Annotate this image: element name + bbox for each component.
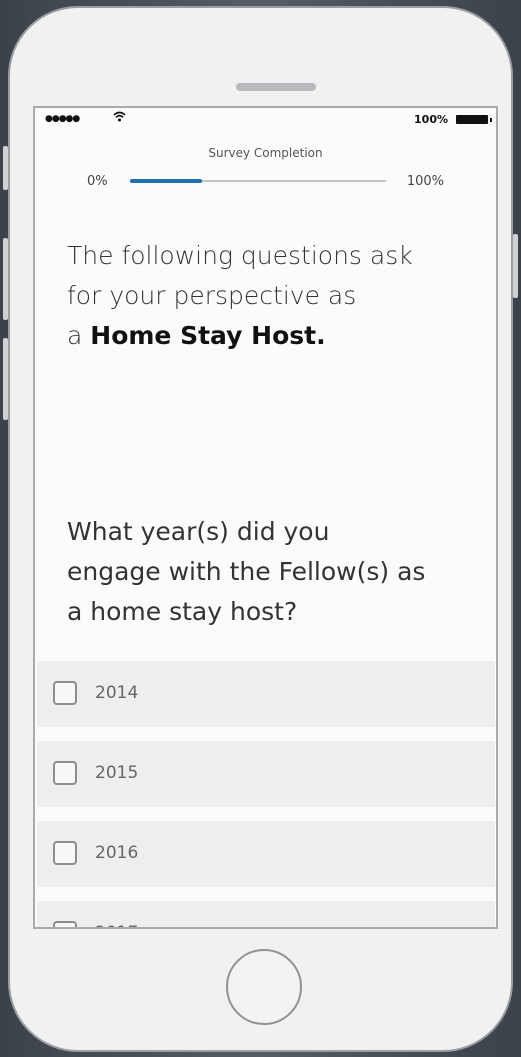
- speaker-grille: [236, 83, 316, 91]
- progress-title: Survey Completion: [208, 146, 323, 160]
- checkbox[interactable]: [53, 761, 77, 785]
- side-button: [3, 338, 8, 420]
- question-line: What year(s) did you: [67, 517, 330, 546]
- option-label: 2016: [95, 843, 139, 863]
- side-button: [513, 234, 518, 298]
- intro-prefix: a: [67, 321, 91, 350]
- year-option-2014[interactable]: 2014: [37, 661, 495, 727]
- signal-strength-icon: ●●●●●: [45, 114, 80, 124]
- intro-text: The following questions ask for your per…: [67, 236, 487, 356]
- intro-line: a Home Stay Host.: [67, 316, 487, 356]
- option-label: 2017: [95, 923, 138, 927]
- checkbox[interactable]: [53, 681, 77, 705]
- checkbox[interactable]: [53, 921, 77, 927]
- year-option-2015[interactable]: 2015: [37, 741, 495, 807]
- progress-bar: [130, 179, 386, 183]
- status-bar: ●●●●● 100%: [35, 108, 496, 130]
- checkbox[interactable]: [53, 841, 77, 865]
- progress-min-label: 0%: [87, 174, 108, 189]
- progress-fill: [130, 179, 202, 183]
- year-options-list: 2014 2015 2016 2017: [37, 661, 495, 927]
- option-label: 2014: [95, 683, 139, 703]
- question-text: What year(s) did you engage with the Fel…: [67, 512, 487, 632]
- intro-line: for your perspective as: [67, 281, 357, 310]
- wifi-icon: [113, 111, 126, 125]
- side-button: [3, 238, 8, 320]
- phone-screen: ●●●●● 100% Survey Completion 0% 100% The…: [33, 106, 498, 929]
- year-option-2016[interactable]: 2016: [37, 821, 495, 887]
- battery-percent: 100%: [414, 113, 448, 126]
- role-emphasis: Home Stay Host.: [90, 321, 326, 350]
- option-label: 2015: [95, 763, 139, 783]
- question-line: a home stay host?: [67, 597, 298, 626]
- year-option-2017[interactable]: 2017: [37, 901, 495, 927]
- battery-icon: [456, 115, 492, 124]
- home-button[interactable]: [226, 949, 302, 1025]
- progress-max-label: 100%: [406, 174, 444, 189]
- side-button: [3, 146, 8, 190]
- intro-line: The following questions ask: [67, 241, 413, 270]
- question-line: engage with the Fellow(s) as: [67, 557, 426, 586]
